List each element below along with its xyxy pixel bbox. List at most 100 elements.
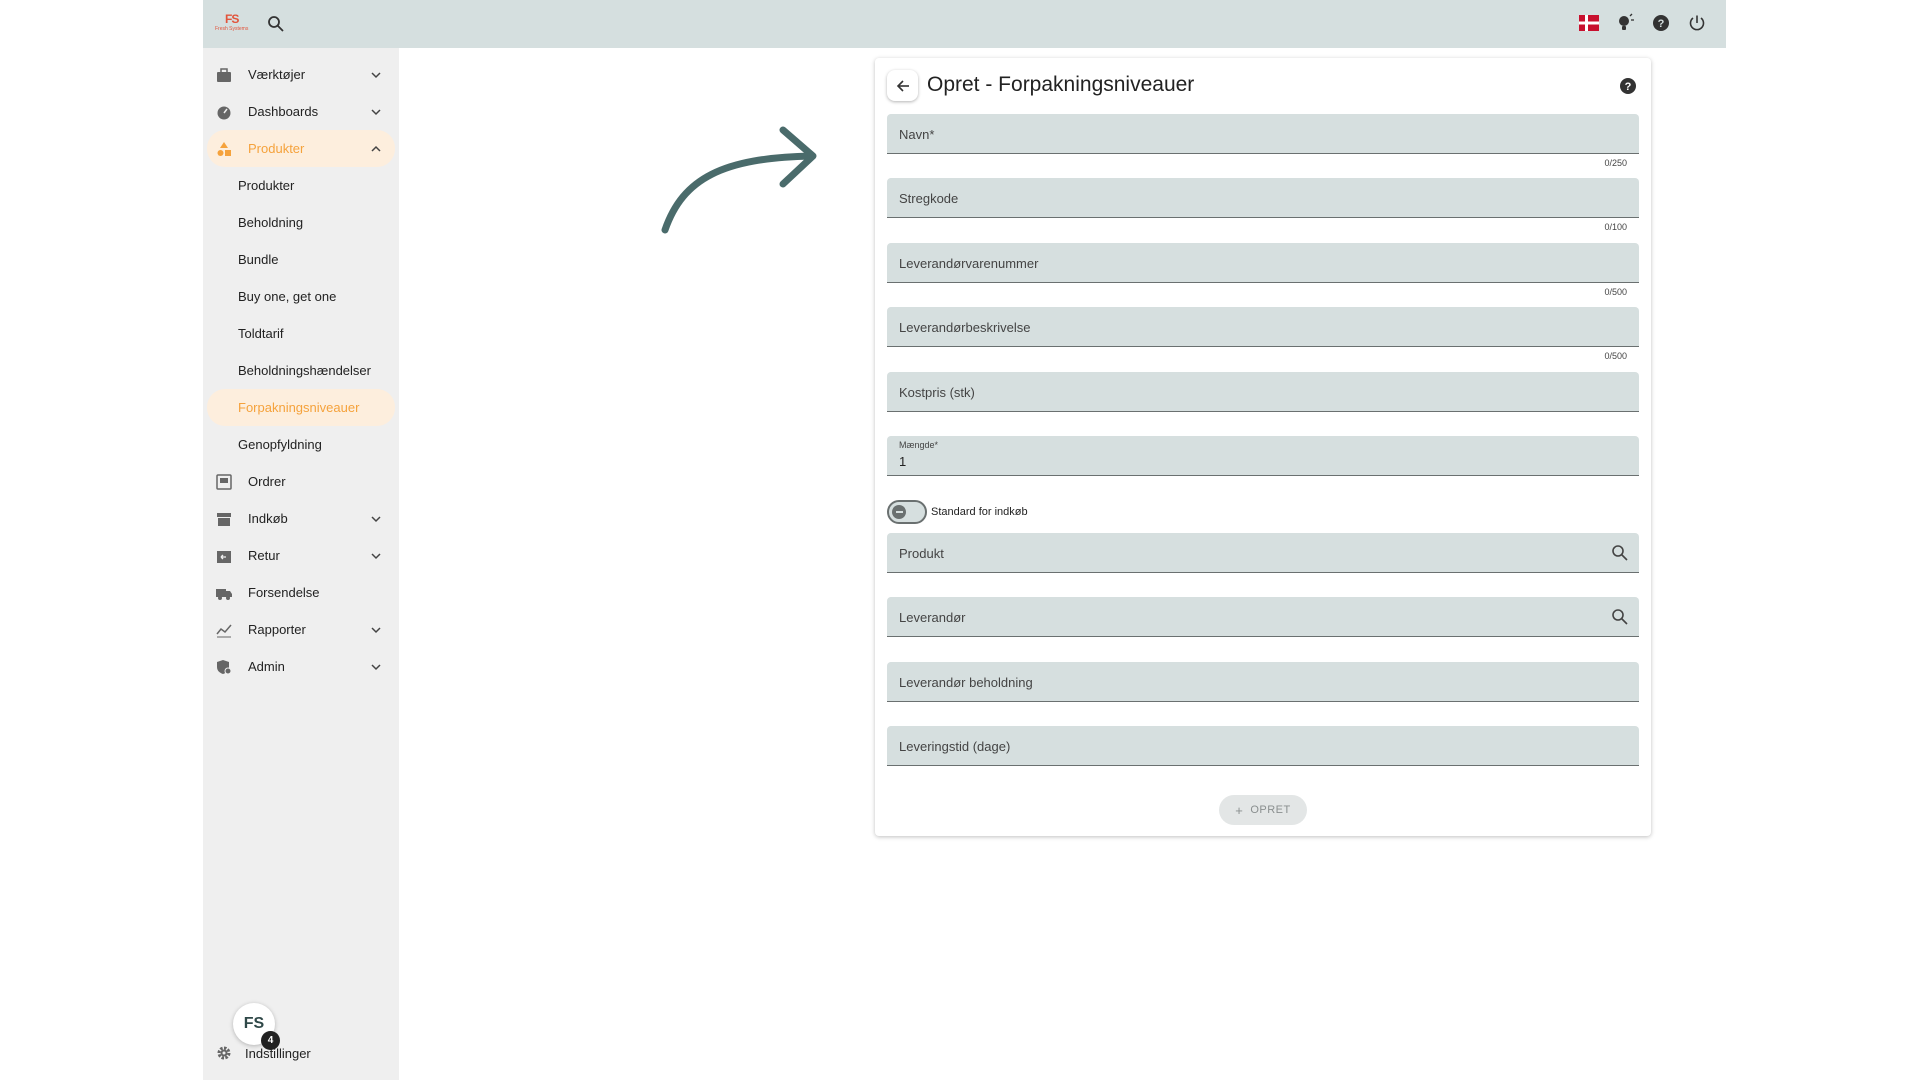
sidebar-subitem-beholdning[interactable]: Beholdning <box>207 204 395 241</box>
field-label: Stregkode <box>899 191 959 206</box>
sidebar-item-indkoeb[interactable]: Indkøb <box>207 500 395 537</box>
chevron-down-icon <box>369 660 383 674</box>
char-counter: 0/500 <box>1604 351 1627 361</box>
sidebar-item-produkter[interactable]: Produkter <box>207 130 395 167</box>
curved-arrow-annotation <box>661 126 817 234</box>
sidebar-subitem-label: Bundle <box>238 252 279 267</box>
sidebar-item-label: Retur <box>248 548 280 563</box>
maengde-field[interactable]: Mængde* 1 <box>887 436 1639 476</box>
char-counter: 0/500 <box>1604 287 1627 297</box>
truck-icon <box>216 585 232 601</box>
sidebar-item-label: Indkøb <box>248 511 288 526</box>
logo-mark: FS <box>225 12 239 26</box>
field-label: Leverandørbeskrivelse <box>899 320 1031 335</box>
leverandoervarenummer-field[interactable]: Leverandørvarenummer <box>887 243 1639 283</box>
return-box-icon <box>216 548 232 564</box>
sidebar-item-label: Værktøjer <box>248 67 306 82</box>
standard-for-indkoeb-toggle-row: Standard for indkøb <box>887 500 1028 524</box>
sidebar-item-dashboards[interactable]: Dashboards <box>207 93 395 130</box>
sidebar-item-label: Admin <box>248 659 285 674</box>
sidebar-item-label: Dashboards <box>248 104 319 119</box>
inbox-icon <box>216 474 232 490</box>
chevron-down-icon <box>369 549 383 563</box>
company-logo[interactable]: FS Fresh Systems <box>213 12 253 36</box>
sidebar-subitem-label: Toldtarif <box>238 326 284 341</box>
field-label: Kostpris (stk) <box>899 385 975 400</box>
sidebar-item-rapporter[interactable]: Rapporter <box>207 611 395 648</box>
field-label: Leverandør beholdning <box>899 675 1033 690</box>
sidebar-subitem-label: Forpakningsniveauer <box>238 400 360 415</box>
field-label: Leveringstid (dage) <box>899 739 1011 754</box>
back-button[interactable] <box>887 70 918 101</box>
leveringstid-field[interactable]: Leveringstid (dage) <box>887 726 1639 766</box>
search-icon[interactable] <box>1611 544 1629 562</box>
assistant-fab[interactable]: FS 4 <box>233 1003 280 1050</box>
sidebar-item-label: Forsendelse <box>248 585 320 600</box>
sidebar-subitem-beholdningshaendelser[interactable]: Beholdningshændelser <box>207 352 395 389</box>
power-icon[interactable] <box>1686 12 1708 34</box>
card-header: Opret - Forpakningsniveauer ? <box>887 70 1639 102</box>
sidebar-subitem-bundle[interactable]: Bundle <box>207 241 395 278</box>
kostpris-field[interactable]: Kostpris (stk) <box>887 372 1639 412</box>
toggle-label: Standard for indkøb <box>931 506 1028 518</box>
leverandoerbeskrivelse-field[interactable]: Leverandørbeskrivelse <box>887 307 1639 347</box>
sidebar-item-label: Rapporter <box>248 622 306 637</box>
search-icon[interactable] <box>1611 608 1629 626</box>
logo-subtitle: Fresh Systems <box>215 26 249 32</box>
char-counter: 0/250 <box>1604 158 1627 168</box>
produkt-search-field[interactable]: Produkt <box>887 533 1639 573</box>
field-label: Navn* <box>899 127 935 142</box>
char-counter: 0/100 <box>1604 222 1627 232</box>
sidebar-subitem-label: Buy one, get one <box>238 289 337 304</box>
sidebar-subitem-genopfyldning[interactable]: Genopfyldning <box>207 426 395 463</box>
arrow-left-icon <box>896 79 909 92</box>
danish-flag-icon[interactable] <box>1578 12 1600 34</box>
lightbulb-icon[interactable] <box>1614 12 1636 34</box>
leverandoer-beholdning-field[interactable]: Leverandør beholdning <box>887 662 1639 702</box>
create-form-card: Opret - Forpakningsniveauer ? Navn* 0/25… <box>875 58 1651 836</box>
standard-for-indkoeb-toggle[interactable] <box>887 500 927 524</box>
field-label: Leverandør <box>899 610 966 625</box>
speedometer-icon <box>216 104 232 120</box>
leverandoer-search-field[interactable]: Leverandør <box>887 597 1639 637</box>
sidebar-subitem-buy-one-get-one[interactable]: Buy one, get one <box>207 278 395 315</box>
admin-icon <box>216 659 232 675</box>
field-label: Produkt <box>899 546 944 561</box>
sidebar-item-retur[interactable]: Retur <box>207 537 395 574</box>
chevron-down-icon <box>369 68 383 82</box>
search-icon[interactable] <box>266 14 286 34</box>
plus-icon: + <box>1235 802 1244 818</box>
store-icon <box>216 511 232 527</box>
sidebar-item-label: Produkter <box>248 141 305 156</box>
shapes-icon <box>216 141 232 157</box>
sidebar-item-ordrer[interactable]: Ordrer <box>207 463 395 500</box>
navn-field[interactable]: Navn* <box>887 114 1639 154</box>
chart-icon <box>216 622 232 638</box>
sidebar-item-vaerktoejer[interactable]: Værktøjer <box>207 56 395 93</box>
help-icon[interactable]: ? <box>1619 77 1637 95</box>
sidebar-subitem-produkter[interactable]: Produkter <box>207 167 395 204</box>
toggle-knob <box>892 505 906 519</box>
field-label: Mængde* <box>899 440 939 450</box>
sidebar-item-indstillinger[interactable]: Indstillinger <box>216 1042 386 1064</box>
field-value: 1 <box>899 454 907 469</box>
settings-label: Indstillinger <box>245 1045 311 1061</box>
svg-text:?: ? <box>1625 81 1632 93</box>
gear-icon <box>216 1045 232 1061</box>
stregkode-field[interactable]: Stregkode <box>887 178 1639 218</box>
top-bar: FS Fresh Systems ? <box>203 0 1726 48</box>
svg-text:?: ? <box>1658 18 1665 30</box>
sidebar-item-admin[interactable]: Admin <box>207 648 395 685</box>
sidebar-subitem-forpakningsniveauer[interactable]: Forpakningsniveauer <box>207 389 395 426</box>
create-button[interactable]: + OPRET <box>1219 795 1307 825</box>
chevron-down-icon <box>369 512 383 526</box>
chevron-down-icon <box>369 105 383 119</box>
sidebar-subitem-label: Genopfyldning <box>238 437 322 452</box>
toolbox-icon <box>216 67 232 83</box>
sidebar-item-forsendelse[interactable]: Forsendelse <box>207 574 395 611</box>
app-window: FS Fresh Systems ? Værktøjer Dashboards … <box>203 0 1726 1080</box>
help-icon[interactable]: ? <box>1650 12 1672 34</box>
sidebar-subitem-label: Produkter <box>238 178 295 193</box>
sidebar-subitem-toldtarif[interactable]: Toldtarif <box>207 315 395 352</box>
sidebar-subitem-label: Beholdning <box>238 215 304 230</box>
